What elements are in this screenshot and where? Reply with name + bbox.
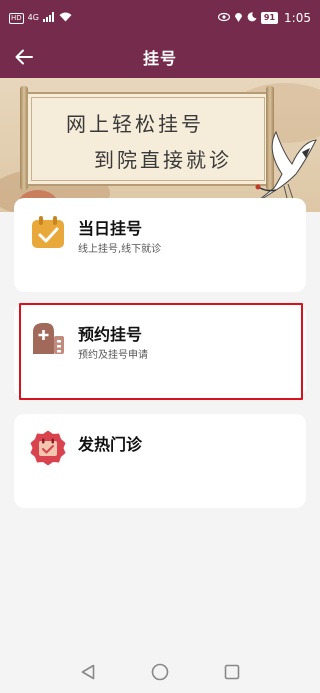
card-title: 预约挂号 — [78, 325, 143, 344]
wifi-icon — [59, 12, 72, 25]
card-title: 发热门诊 — [78, 435, 143, 454]
back-button[interactable] — [10, 44, 38, 70]
eye-icon — [217, 12, 231, 25]
page-title: 挂号 — [142, 49, 177, 68]
calendar-check-icon — [32, 216, 64, 248]
card-subtitle: 线上挂号,线下就诊 — [78, 244, 162, 255]
card-appointment-registration[interactable]: 预约挂号 预约及挂号申请 — [14, 304, 306, 398]
location-icon — [234, 11, 243, 25]
banner-image: 网上轻松挂号 到院直接就诊 — [0, 78, 320, 212]
hd-badge: HD — [9, 12, 24, 24]
card-same-day-registration[interactable]: 当日挂号 线上挂号,线下就诊 — [14, 198, 306, 292]
system-navigation-bar — [0, 651, 320, 693]
fever-calendar-icon — [30, 430, 66, 466]
card-title: 当日挂号 — [78, 219, 143, 238]
banner-headline-2: 到院直接就诊 — [94, 148, 232, 172]
back-arrow-icon — [15, 49, 33, 65]
nav-recents-button[interactable] — [220, 660, 244, 684]
nav-home-button[interactable] — [148, 660, 172, 684]
triangle-back-icon — [81, 664, 95, 680]
card-subtitle: 预约及挂号申请 — [78, 350, 148, 361]
app-bar: 挂号 — [0, 36, 320, 78]
clock-time: 1:05 — [284, 11, 311, 25]
hospital-building-icon — [33, 323, 64, 354]
status-bar: HD 4G 91 1:05 — [0, 0, 320, 36]
battery-level: 91 — [260, 12, 279, 24]
signal-icon — [42, 11, 55, 25]
moon-icon — [247, 11, 257, 25]
card-fever-clinic[interactable]: 发热门诊 — [14, 414, 306, 508]
banner-headline-1: 网上轻松挂号 — [66, 112, 204, 136]
nav-back-button[interactable] — [76, 660, 100, 684]
square-recents-icon — [224, 664, 240, 680]
circle-home-icon — [151, 663, 169, 681]
network-type: 4G — [27, 13, 39, 22]
